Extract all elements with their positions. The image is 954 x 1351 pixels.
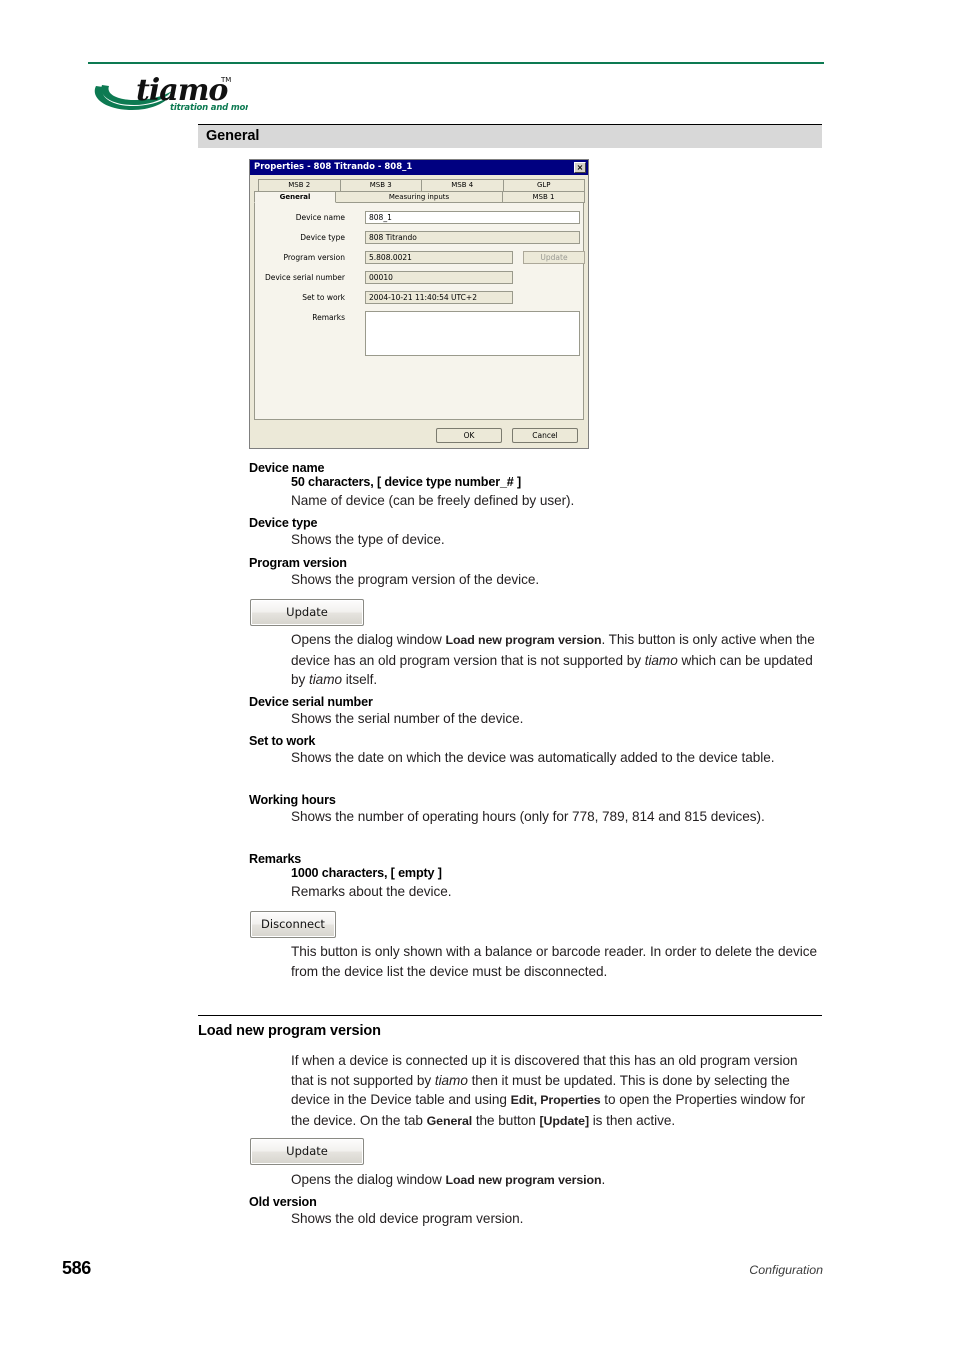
field-row-remarks: Remarks xyxy=(255,311,583,356)
field-row-program-version: Program version 5.808.0021 Update xyxy=(255,251,585,264)
tab-general[interactable]: General xyxy=(254,191,336,203)
svg-text:titration and more: titration and more xyxy=(170,103,248,113)
label-device-name: Device name xyxy=(295,213,345,222)
disconnect-button-illustration[interactable]: Disconnect xyxy=(250,911,336,938)
header-rule xyxy=(88,62,824,64)
footer-page-number: 586 xyxy=(62,1258,91,1278)
cancel-button[interactable]: Cancel xyxy=(512,428,578,443)
textarea-remarks[interactable] xyxy=(365,311,580,356)
label-device-serial-number: Device serial number xyxy=(264,273,345,282)
tab-page-general: Device name 808_1 Device type 808 Titran… xyxy=(254,202,585,420)
desc-update-button: Opens the dialog window Load new program… xyxy=(291,632,815,688)
desc-program-version: Shows the program version of the device. xyxy=(291,572,540,587)
desc-device-type: Shows the type of device. xyxy=(291,532,445,547)
field-row-set-to-work: Set to work 2004-10-21 11:40:54 UTC+2 xyxy=(255,291,583,304)
label-set-to-work: Set to work xyxy=(302,293,345,302)
desc-device-name: Name of device (can be freely defined by… xyxy=(291,493,575,508)
svg-text:TM: TM xyxy=(220,76,231,84)
spec-device-name: 50 characters, [ device type number_# ] xyxy=(291,475,522,489)
term-device-name: Device name xyxy=(249,461,325,475)
field-row-device-name: Device name 808_1 xyxy=(255,211,583,224)
tab-glp[interactable]: GLP xyxy=(502,179,585,191)
field-row-device-type: Device type 808 Titrando xyxy=(255,231,583,244)
tab-msb-4[interactable]: MSB 4 xyxy=(421,179,504,191)
section-header-general: General xyxy=(198,124,822,148)
tab-msb-3[interactable]: MSB 3 xyxy=(339,179,422,191)
desc-load-new-program-version: If when a device is connected up it is d… xyxy=(291,1053,806,1128)
label-device-type: Device type xyxy=(300,233,345,242)
term-remarks: Remarks xyxy=(249,852,302,866)
section-title-load-new-program-version: Load new program version xyxy=(198,1023,381,1039)
ok-button[interactable]: OK xyxy=(436,428,502,443)
close-icon[interactable]: × xyxy=(574,161,586,173)
field-row-device-serial-number: Device serial number 00010 xyxy=(255,271,583,284)
desc-device-serial-number: Shows the serial number of the device. xyxy=(291,711,524,726)
value-program-version: 5.808.0021 xyxy=(365,251,513,264)
term-working-hours: Working hours xyxy=(249,793,336,807)
input-device-name[interactable]: 808_1 xyxy=(365,211,580,224)
term-old-version: Old version xyxy=(249,1195,317,1209)
value-set-to-work: 2004-10-21 11:40:54 UTC+2 xyxy=(365,291,513,304)
desc-set-to-work: Shows the date on which the device was a… xyxy=(291,750,775,765)
tab-row-upper: MSB 2 MSB 3 MSB 4 GLP xyxy=(254,179,585,191)
tiamo-logo: tiamo TM titration and more xyxy=(88,62,824,114)
value-device-type: 808 Titrando xyxy=(365,231,580,244)
update-button-illustration[interactable]: Update xyxy=(250,599,364,626)
dialog-titlebar: Properties - 808 Titrando - 808_1 × xyxy=(250,160,588,175)
label-remarks: Remarks xyxy=(312,313,345,322)
section-divider xyxy=(198,1015,822,1016)
term-set-to-work: Set to work xyxy=(249,734,316,748)
desc-remarks: Remarks about the device. xyxy=(291,884,452,899)
dialog-title-text: Properties - 808 Titrando - 808_1 xyxy=(254,162,413,172)
dialog-body: MSB 2 MSB 3 MSB 4 GLP General Measuring … xyxy=(250,175,588,448)
value-device-serial-number: 00010 xyxy=(365,271,513,284)
dialog-update-button[interactable]: Update xyxy=(523,251,585,264)
tiamo-logo-mark: tiamo TM titration and more xyxy=(94,73,248,113)
footer-chapter: Configuration xyxy=(749,1263,823,1277)
spec-remarks: 1000 characters, [ empty ] xyxy=(291,866,442,880)
term-device-type: Device type xyxy=(249,516,318,530)
term-program-version: Program version xyxy=(249,556,347,570)
desc-disconnect-button: This button is only shown with a balance… xyxy=(291,944,818,979)
desc-old-version: Shows the old device program version. xyxy=(291,1211,524,1226)
page-header: tiamo TM titration and more xyxy=(0,0,954,120)
dialog-footer: OK Cancel xyxy=(250,428,588,446)
label-program-version: Program version xyxy=(283,253,346,262)
update-button-illustration-2[interactable]: Update xyxy=(250,1138,364,1165)
desc-working-hours: Shows the number of operating hours (onl… xyxy=(291,809,765,824)
section-title: General xyxy=(206,128,260,144)
tab-msb-2[interactable]: MSB 2 xyxy=(258,179,341,191)
desc-update-button-short: Opens the dialog window Load new program… xyxy=(291,1172,606,1187)
term-device-serial-number: Device serial number xyxy=(249,695,373,709)
properties-dialog: Properties - 808 Titrando - 808_1 × MSB … xyxy=(249,159,589,449)
